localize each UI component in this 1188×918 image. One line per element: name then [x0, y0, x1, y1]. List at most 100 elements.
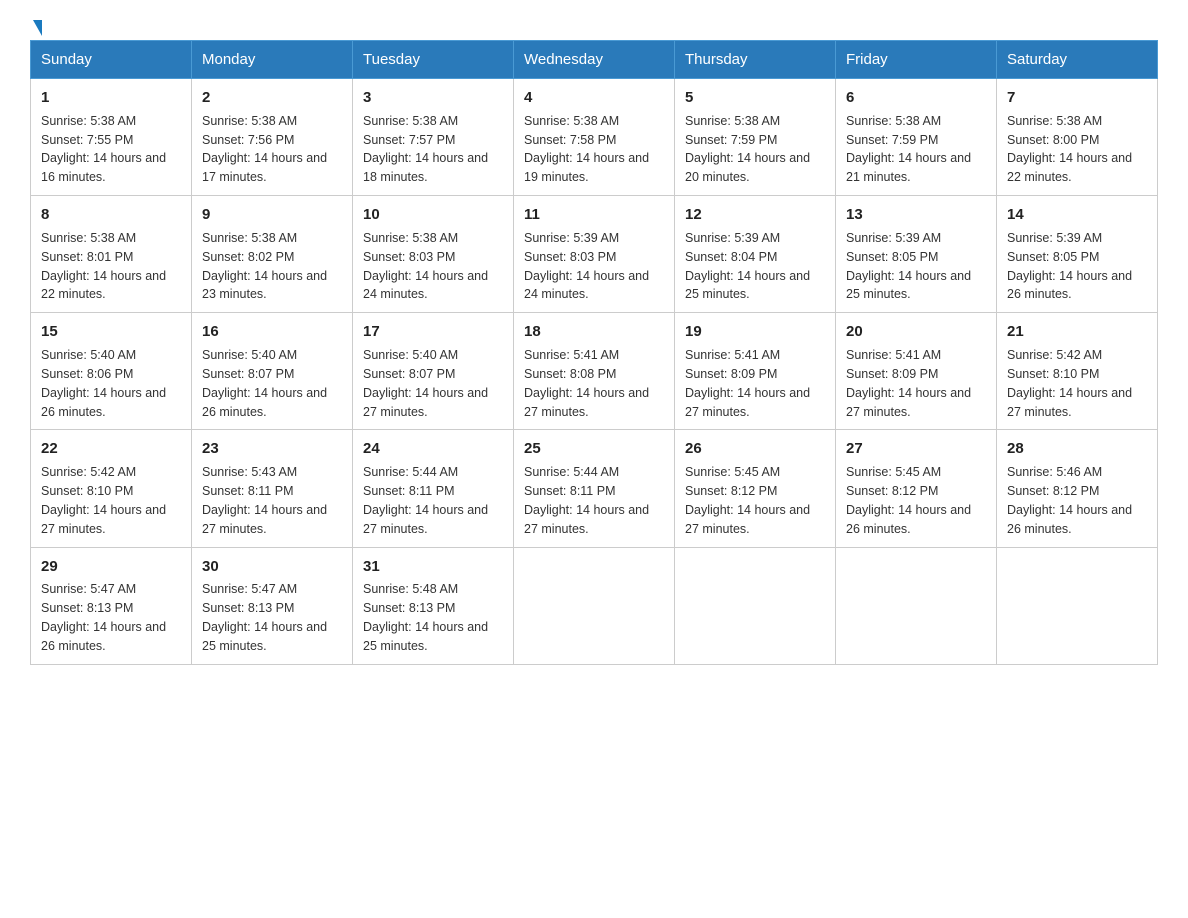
calendar-header-thursday: Thursday	[675, 41, 836, 79]
calendar-day-cell	[514, 547, 675, 664]
day-number: 30	[202, 556, 342, 578]
day-info: Sunrise: 5:42 AMSunset: 8:10 PMDaylight:…	[41, 465, 166, 536]
day-number: 29	[41, 556, 181, 578]
day-number: 22	[41, 438, 181, 460]
day-info: Sunrise: 5:39 AMSunset: 8:03 PMDaylight:…	[524, 231, 649, 302]
logo	[30, 20, 42, 30]
calendar-week-row: 8Sunrise: 5:38 AMSunset: 8:01 PMDaylight…	[31, 196, 1158, 313]
day-number: 31	[363, 556, 503, 578]
calendar-week-row: 15 Sunrise: 5:40 AMSunset: 8:06 PMDayligh…	[31, 313, 1158, 430]
day-number: 7	[1007, 87, 1147, 109]
calendar-day-cell: 12 Sunrise: 5:39 AMSunset: 8:04 PMDayligh…	[675, 196, 836, 313]
calendar-day-cell	[675, 547, 836, 664]
day-number: 15	[41, 321, 181, 343]
calendar-day-cell: 25 Sunrise: 5:44 AMSunset: 8:11 PMDayligh…	[514, 430, 675, 547]
calendar-day-cell: 30 Sunrise: 5:47 AMSunset: 8:13 PMDayligh…	[192, 547, 353, 664]
day-info: Sunrise: 5:39 AMSunset: 8:04 PMDaylight:…	[685, 231, 810, 302]
day-number: 10	[363, 204, 503, 226]
logo-arrow-icon	[33, 20, 42, 36]
day-info: Sunrise: 5:38 AMSunset: 7:57 PMDaylight:…	[363, 114, 488, 185]
calendar-header-saturday: Saturday	[997, 41, 1158, 79]
day-number: 11	[524, 204, 664, 226]
calendar-header-tuesday: Tuesday	[353, 41, 514, 79]
calendar-week-row: 1 Sunrise: 5:38 AMSunset: 7:55 PMDaylight…	[31, 79, 1158, 196]
calendar-header-monday: Monday	[192, 41, 353, 79]
calendar-day-cell: 22 Sunrise: 5:42 AMSunset: 8:10 PMDayligh…	[31, 430, 192, 547]
calendar-day-cell: 28 Sunrise: 5:46 AMSunset: 8:12 PMDayligh…	[997, 430, 1158, 547]
calendar-day-cell	[836, 547, 997, 664]
day-info: Sunrise: 5:39 AMSunset: 8:05 PMDaylight:…	[1007, 231, 1132, 302]
calendar-day-cell: 8Sunrise: 5:38 AMSunset: 8:01 PMDaylight…	[31, 196, 192, 313]
day-number: 25	[524, 438, 664, 460]
day-number: 4	[524, 87, 664, 109]
day-number: 16	[202, 321, 342, 343]
calendar-header-friday: Friday	[836, 41, 997, 79]
calendar-day-cell: 23Sunrise: 5:43 AMSunset: 8:11 PMDayligh…	[192, 430, 353, 547]
day-info: Sunrise: 5:38 AMSunset: 7:56 PMDaylight:…	[202, 114, 327, 185]
day-info: Sunrise: 5:39 AMSunset: 8:05 PMDaylight:…	[846, 231, 971, 302]
day-number: 18	[524, 321, 664, 343]
day-info: Sunrise: 5:44 AMSunset: 8:11 PMDaylight:…	[363, 465, 488, 536]
day-number: 13	[846, 204, 986, 226]
day-info: Sunrise: 5:46 AMSunset: 8:12 PMDaylight:…	[1007, 465, 1132, 536]
day-info: Sunrise: 5:38 AMSunset: 7:59 PMDaylight:…	[685, 114, 810, 185]
calendar-day-cell: 27 Sunrise: 5:45 AMSunset: 8:12 PMDayligh…	[836, 430, 997, 547]
calendar-day-cell: 18 Sunrise: 5:41 AMSunset: 8:08 PMDayligh…	[514, 313, 675, 430]
calendar-header-row: SundayMondayTuesdayWednesdayThursdayFrid…	[31, 41, 1158, 79]
calendar-day-cell: 4 Sunrise: 5:38 AMSunset: 7:58 PMDaylight…	[514, 79, 675, 196]
day-number: 6	[846, 87, 986, 109]
day-number: 12	[685, 204, 825, 226]
calendar-day-cell: 3 Sunrise: 5:38 AMSunset: 7:57 PMDaylight…	[353, 79, 514, 196]
calendar-day-cell: 9Sunrise: 5:38 AMSunset: 8:02 PMDaylight…	[192, 196, 353, 313]
calendar-day-cell: 15 Sunrise: 5:40 AMSunset: 8:06 PMDayligh…	[31, 313, 192, 430]
day-number: 26	[685, 438, 825, 460]
calendar-day-cell: 11 Sunrise: 5:39 AMSunset: 8:03 PMDayligh…	[514, 196, 675, 313]
day-info: Sunrise: 5:47 AMSunset: 8:13 PMDaylight:…	[41, 582, 166, 653]
day-info: Sunrise: 5:47 AMSunset: 8:13 PMDaylight:…	[202, 582, 327, 653]
day-info: Sunrise: 5:42 AMSunset: 8:10 PMDaylight:…	[1007, 348, 1132, 419]
calendar-day-cell: 13 Sunrise: 5:39 AMSunset: 8:05 PMDayligh…	[836, 196, 997, 313]
calendar-day-cell: 14 Sunrise: 5:39 AMSunset: 8:05 PMDayligh…	[997, 196, 1158, 313]
calendar-week-row: 29 Sunrise: 5:47 AMSunset: 8:13 PMDayligh…	[31, 547, 1158, 664]
day-info: Sunrise: 5:40 AMSunset: 8:07 PMDaylight:…	[363, 348, 488, 419]
day-info: Sunrise: 5:38 AMSunset: 8:03 PMDaylight:…	[363, 231, 488, 302]
calendar-day-cell: 1 Sunrise: 5:38 AMSunset: 7:55 PMDaylight…	[31, 79, 192, 196]
calendar-day-cell: 5 Sunrise: 5:38 AMSunset: 7:59 PMDaylight…	[675, 79, 836, 196]
calendar-day-cell: 16 Sunrise: 5:40 AMSunset: 8:07 PMDayligh…	[192, 313, 353, 430]
day-info: Sunrise: 5:38 AMSunset: 8:01 PMDaylight:…	[41, 231, 166, 302]
day-info: Sunrise: 5:41 AMSunset: 8:09 PMDaylight:…	[846, 348, 971, 419]
day-number: 2	[202, 87, 342, 109]
calendar-table: SundayMondayTuesdayWednesdayThursdayFrid…	[30, 40, 1158, 665]
day-number: 3	[363, 87, 503, 109]
day-number: 20	[846, 321, 986, 343]
calendar-day-cell: 26Sunrise: 5:45 AMSunset: 8:12 PMDayligh…	[675, 430, 836, 547]
day-info: Sunrise: 5:41 AMSunset: 8:09 PMDaylight:…	[685, 348, 810, 419]
calendar-day-cell: 7 Sunrise: 5:38 AMSunset: 8:00 PMDaylight…	[997, 79, 1158, 196]
day-info: Sunrise: 5:38 AMSunset: 8:00 PMDaylight:…	[1007, 114, 1132, 185]
day-number: 1	[41, 87, 181, 109]
day-info: Sunrise: 5:38 AMSunset: 7:55 PMDaylight:…	[41, 114, 166, 185]
calendar-day-cell: 21 Sunrise: 5:42 AMSunset: 8:10 PMDayligh…	[997, 313, 1158, 430]
day-number: 5	[685, 87, 825, 109]
day-info: Sunrise: 5:45 AMSunset: 8:12 PMDaylight:…	[846, 465, 971, 536]
day-info: Sunrise: 5:38 AMSunset: 7:58 PMDaylight:…	[524, 114, 649, 185]
day-number: 17	[363, 321, 503, 343]
day-info: Sunrise: 5:41 AMSunset: 8:08 PMDaylight:…	[524, 348, 649, 419]
day-info: Sunrise: 5:44 AMSunset: 8:11 PMDaylight:…	[524, 465, 649, 536]
day-number: 21	[1007, 321, 1147, 343]
day-number: 28	[1007, 438, 1147, 460]
day-number: 27	[846, 438, 986, 460]
day-number: 19	[685, 321, 825, 343]
day-number: 14	[1007, 204, 1147, 226]
day-info: Sunrise: 5:38 AMSunset: 8:02 PMDaylight:…	[202, 231, 327, 302]
calendar-day-cell: 6Sunrise: 5:38 AMSunset: 7:59 PMDaylight…	[836, 79, 997, 196]
day-info: Sunrise: 5:40 AMSunset: 8:07 PMDaylight:…	[202, 348, 327, 419]
calendar-day-cell	[997, 547, 1158, 664]
day-info: Sunrise: 5:40 AMSunset: 8:06 PMDaylight:…	[41, 348, 166, 419]
day-number: 23	[202, 438, 342, 460]
calendar-day-cell: 10 Sunrise: 5:38 AMSunset: 8:03 PMDayligh…	[353, 196, 514, 313]
calendar-day-cell: 29 Sunrise: 5:47 AMSunset: 8:13 PMDayligh…	[31, 547, 192, 664]
calendar-day-cell: 17 Sunrise: 5:40 AMSunset: 8:07 PMDayligh…	[353, 313, 514, 430]
calendar-day-cell: 20 Sunrise: 5:41 AMSunset: 8:09 PMDayligh…	[836, 313, 997, 430]
day-info: Sunrise: 5:48 AMSunset: 8:13 PMDaylight:…	[363, 582, 488, 653]
